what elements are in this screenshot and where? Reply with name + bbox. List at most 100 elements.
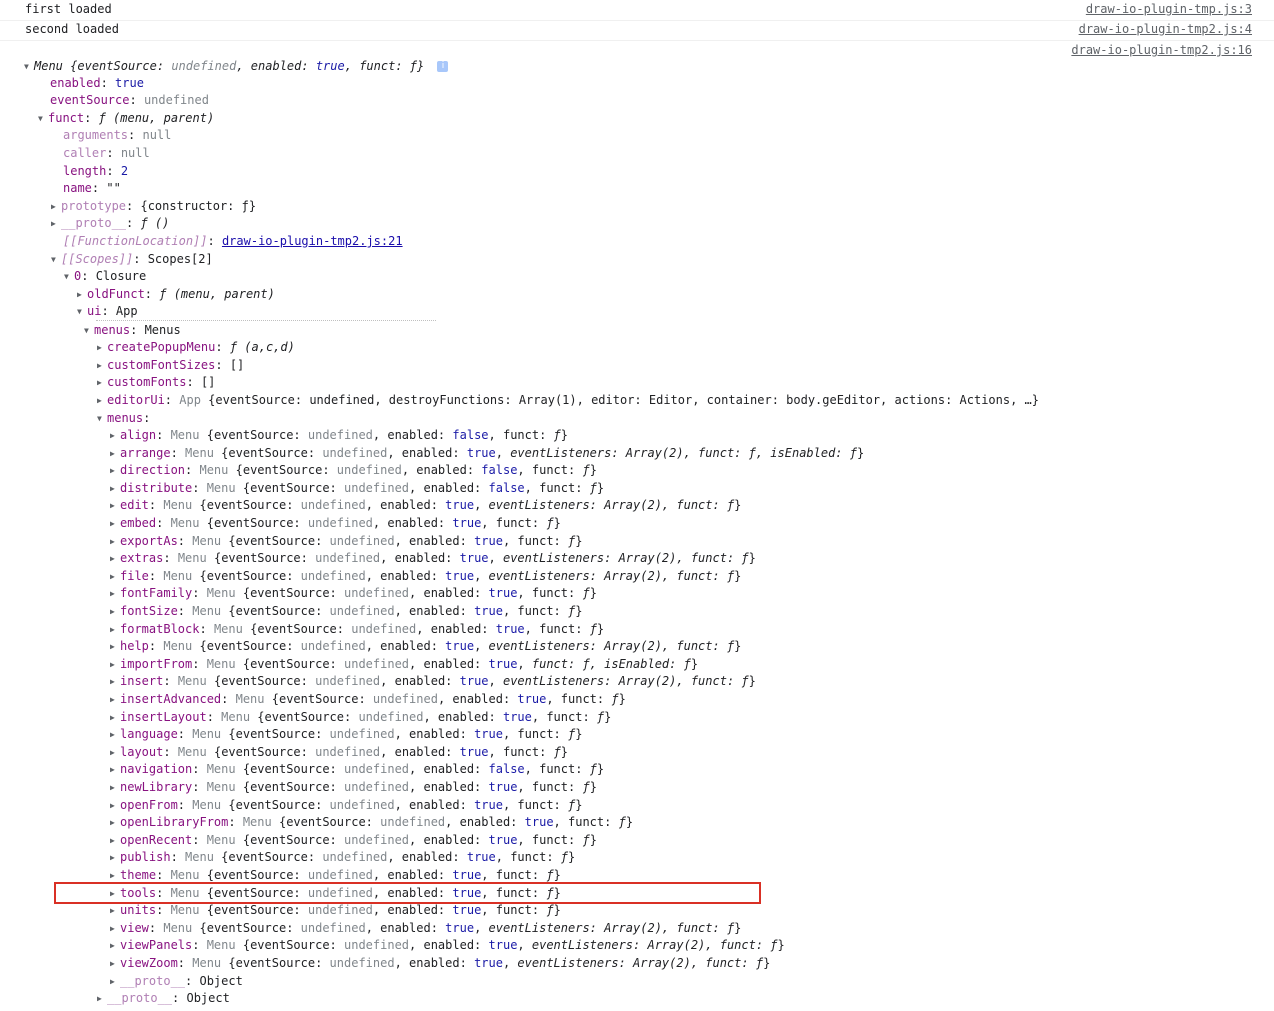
info-icon[interactable]: i <box>437 61 449 72</box>
expanded-triangle-icon[interactable]: ▼ <box>38 110 48 127</box>
expanded-triangle-icon[interactable]: ▼ <box>64 268 74 285</box>
menu-entry-edit[interactable]: ▶ edit: Menu {eventSource: undefined, ena… <box>110 497 741 514</box>
menu-entry-navigation[interactable]: ▶ navigation: Menu {eventSource: undefine… <box>110 761 604 778</box>
menu-entry-direction[interactable]: ▶ direction: Menu {eventSource: undefined… <box>110 462 597 479</box>
expanded-triangle-icon[interactable]: ▼ <box>97 410 107 427</box>
collapsed-triangle-icon[interactable]: ▶ <box>110 603 120 620</box>
source-link[interactable]: draw-io-plugin-tmp2.js:21 <box>222 234 403 248</box>
menu-entry-fontSize[interactable]: ▶ fontSize: Menu {eventSource: undefined,… <box>110 603 582 620</box>
property-customFontSizes[interactable]: ▶ customFontSizes: [] <box>97 357 244 374</box>
collapsed-triangle-icon[interactable]: ▶ <box>110 973 120 990</box>
menu-entry-align[interactable]: ▶ align: Menu {eventSource: undefined, en… <box>110 427 568 444</box>
menu-entry-openRecent[interactable]: ▶ openRecent: Menu {eventSource: undefine… <box>110 832 597 849</box>
collapsed-triangle-icon[interactable]: ▶ <box>110 937 120 954</box>
property-proto-inner[interactable]: ▶ __proto__: Object <box>110 973 243 990</box>
menu-entry-viewPanels[interactable]: ▶ viewPanels: Menu {eventSource: undefine… <box>110 937 785 954</box>
collapsed-triangle-icon[interactable]: ▶ <box>110 621 120 638</box>
source-link[interactable]: draw-io-plugin-tmp.js:3 <box>1086 2 1252 16</box>
menu-entry-importFrom[interactable]: ▶ importFrom: Menu {eventSource: undefine… <box>110 656 698 673</box>
property-funct[interactable]: ▼ funct: ƒ (menu, parent) <box>38 110 214 127</box>
collapsed-triangle-icon[interactable]: ▶ <box>97 990 107 1007</box>
collapsed-triangle-icon[interactable]: ▶ <box>110 691 120 708</box>
collapsed-triangle-icon[interactable]: ▶ <box>110 533 120 550</box>
property-proto-outer[interactable]: ▶ __proto__: Object <box>97 990 230 1007</box>
collapsed-triangle-icon[interactable]: ▶ <box>110 849 120 866</box>
menu-entry-insertAdvanced[interactable]: ▶ insertAdvanced: Menu {eventSource: unde… <box>110 691 626 708</box>
collapsed-triangle-icon[interactable]: ▶ <box>97 339 107 356</box>
property-createPopupMenu[interactable]: ▶ createPopupMenu: ƒ (a,c,d) <box>97 339 295 356</box>
collapsed-triangle-icon[interactable]: ▶ <box>110 744 120 761</box>
property-editorUi[interactable]: ▶ editorUi: App {eventSource: undefined, … <box>97 392 1039 409</box>
collapsed-triangle-icon[interactable]: ▶ <box>77 286 87 303</box>
menu-entry-units[interactable]: ▶ units: Menu {eventSource: undefined, en… <box>110 902 561 919</box>
menu-entry-distribute[interactable]: ▶ distribute: Menu {eventSource: undefine… <box>110 480 604 497</box>
collapsed-triangle-icon[interactable]: ▶ <box>110 497 120 514</box>
property-customFonts[interactable]: ▶ customFonts: [] <box>97 374 215 391</box>
menu-entry-arrange[interactable]: ▶ arrange: Menu {eventSource: undefined, … <box>110 445 864 462</box>
collapsed-triangle-icon[interactable]: ▶ <box>110 673 120 690</box>
collapsed-triangle-icon[interactable]: ▶ <box>110 920 120 937</box>
menu-entry-newLibrary[interactable]: ▶ newLibrary: Menu {eventSource: undefine… <box>110 779 597 796</box>
collapsed-triangle-icon[interactable]: ▶ <box>97 357 107 374</box>
collapsed-triangle-icon[interactable]: ▶ <box>110 955 120 972</box>
object-header[interactable]: ▼ Menu {eventSource: undefined, enabled: … <box>24 58 449 75</box>
menu-entry-key: language <box>120 727 178 741</box>
menu-entry-exportAs[interactable]: ▶ exportAs: Menu {eventSource: undefined,… <box>110 533 582 550</box>
collapsed-triangle-icon[interactable]: ▶ <box>110 709 120 726</box>
collapsed-triangle-icon[interactable]: ▶ <box>110 462 120 479</box>
collapsed-triangle-icon[interactable]: ▶ <box>110 480 120 497</box>
collapsed-triangle-icon[interactable]: ▶ <box>110 515 120 532</box>
property-prototype[interactable]: ▶ prototype: {constructor: ƒ} <box>51 198 256 215</box>
menu-entry-openFrom[interactable]: ▶ openFrom: Menu {eventSource: undefined,… <box>110 797 582 814</box>
expanded-triangle-icon[interactable]: ▼ <box>51 251 61 268</box>
menu-entry-insert[interactable]: ▶ insert: Menu {eventSource: undefined, e… <box>110 673 756 690</box>
menu-entry-enabled: true <box>517 692 547 706</box>
collapsed-triangle-icon[interactable]: ▶ <box>110 726 120 743</box>
menu-entry-key: insertLayout <box>120 710 207 724</box>
menu-entry-fontFamily[interactable]: ▶ fontFamily: Menu {eventSource: undefine… <box>110 585 597 602</box>
menu-entry-layout[interactable]: ▶ layout: Menu {eventSource: undefined, e… <box>110 744 568 761</box>
collapsed-triangle-icon[interactable]: ▶ <box>110 779 120 796</box>
property-oldFunct[interactable]: ▶ oldFunct: ƒ (menu, parent) <box>77 286 275 303</box>
property-menus-object[interactable]: ▼ menus: Menus <box>84 322 181 339</box>
menu-entry-help[interactable]: ▶ help: Menu {eventSource: undefined, ena… <box>110 638 741 655</box>
collapsed-triangle-icon[interactable]: ▶ <box>51 215 61 232</box>
source-link[interactable]: draw-io-plugin-tmp2.js:4 <box>1079 22 1252 36</box>
collapsed-triangle-icon[interactable]: ▶ <box>110 427 120 444</box>
collapsed-triangle-icon[interactable]: ▶ <box>51 198 61 215</box>
collapsed-triangle-icon[interactable]: ▶ <box>110 814 120 831</box>
menu-entry-enabled: false <box>481 463 518 477</box>
property-scopes[interactable]: ▼ [[Scopes]]: Scopes[2] <box>51 251 213 268</box>
property-menus[interactable]: ▼ menus: <box>97 410 150 427</box>
source-link[interactable]: draw-io-plugin-tmp2.js:16 <box>1071 43 1252 57</box>
collapsed-triangle-icon[interactable]: ▶ <box>97 392 107 409</box>
collapsed-triangle-icon[interactable]: ▶ <box>110 568 120 585</box>
expanded-triangle-icon[interactable]: ▼ <box>84 322 94 339</box>
collapsed-triangle-icon[interactable]: ▶ <box>110 902 120 919</box>
expanded-triangle-icon[interactable]: ▼ <box>24 58 34 75</box>
menu-entry-language[interactable]: ▶ language: Menu {eventSource: undefined,… <box>110 726 582 743</box>
collapsed-triangle-icon[interactable]: ▶ <box>97 374 107 391</box>
menu-entry-formatBlock[interactable]: ▶ formatBlock: Menu {eventSource: undefin… <box>110 621 604 638</box>
menu-entry-publish[interactable]: ▶ publish: Menu {eventSource: undefined, … <box>110 849 575 866</box>
menu-entry-insertLayout[interactable]: ▶ insertLayout: Menu {eventSource: undefi… <box>110 709 611 726</box>
collapsed-triangle-icon[interactable]: ▶ <box>110 761 120 778</box>
collapsed-triangle-icon[interactable]: ▶ <box>110 832 120 849</box>
collapsed-triangle-icon[interactable]: ▶ <box>110 445 120 462</box>
collapsed-triangle-icon[interactable]: ▶ <box>110 585 120 602</box>
collapsed-triangle-icon[interactable]: ▶ <box>110 550 120 567</box>
collapsed-triangle-icon[interactable]: ▶ <box>110 638 120 655</box>
menu-entry-view[interactable]: ▶ view: Menu {eventSource: undefined, ena… <box>110 920 741 937</box>
scope-closure[interactable]: ▼ 0: Closure <box>64 268 146 285</box>
menu-entry-extras[interactable]: ▶ extras: Menu {eventSource: undefined, e… <box>110 550 756 567</box>
menu-entry-type: Menu <box>206 481 236 495</box>
menu-entry-openLibraryFrom[interactable]: ▶ openLibraryFrom: Menu {eventSource: und… <box>110 814 633 831</box>
property-proto-function[interactable]: ▶ __proto__: ƒ () <box>51 215 169 232</box>
menu-entry-embed[interactable]: ▶ embed: Menu {eventSource: undefined, en… <box>110 515 561 532</box>
menu-entry-file[interactable]: ▶ file: Menu {eventSource: undefined, ena… <box>110 568 741 585</box>
menu-entry-viewZoom[interactable]: ▶ viewZoom: Menu {eventSource: undefined,… <box>110 955 770 972</box>
expanded-triangle-icon[interactable]: ▼ <box>77 303 87 320</box>
collapsed-triangle-icon[interactable]: ▶ <box>110 656 120 673</box>
collapsed-triangle-icon[interactable]: ▶ <box>110 797 120 814</box>
property-ui[interactable]: ▼ ui: App <box>77 303 138 320</box>
